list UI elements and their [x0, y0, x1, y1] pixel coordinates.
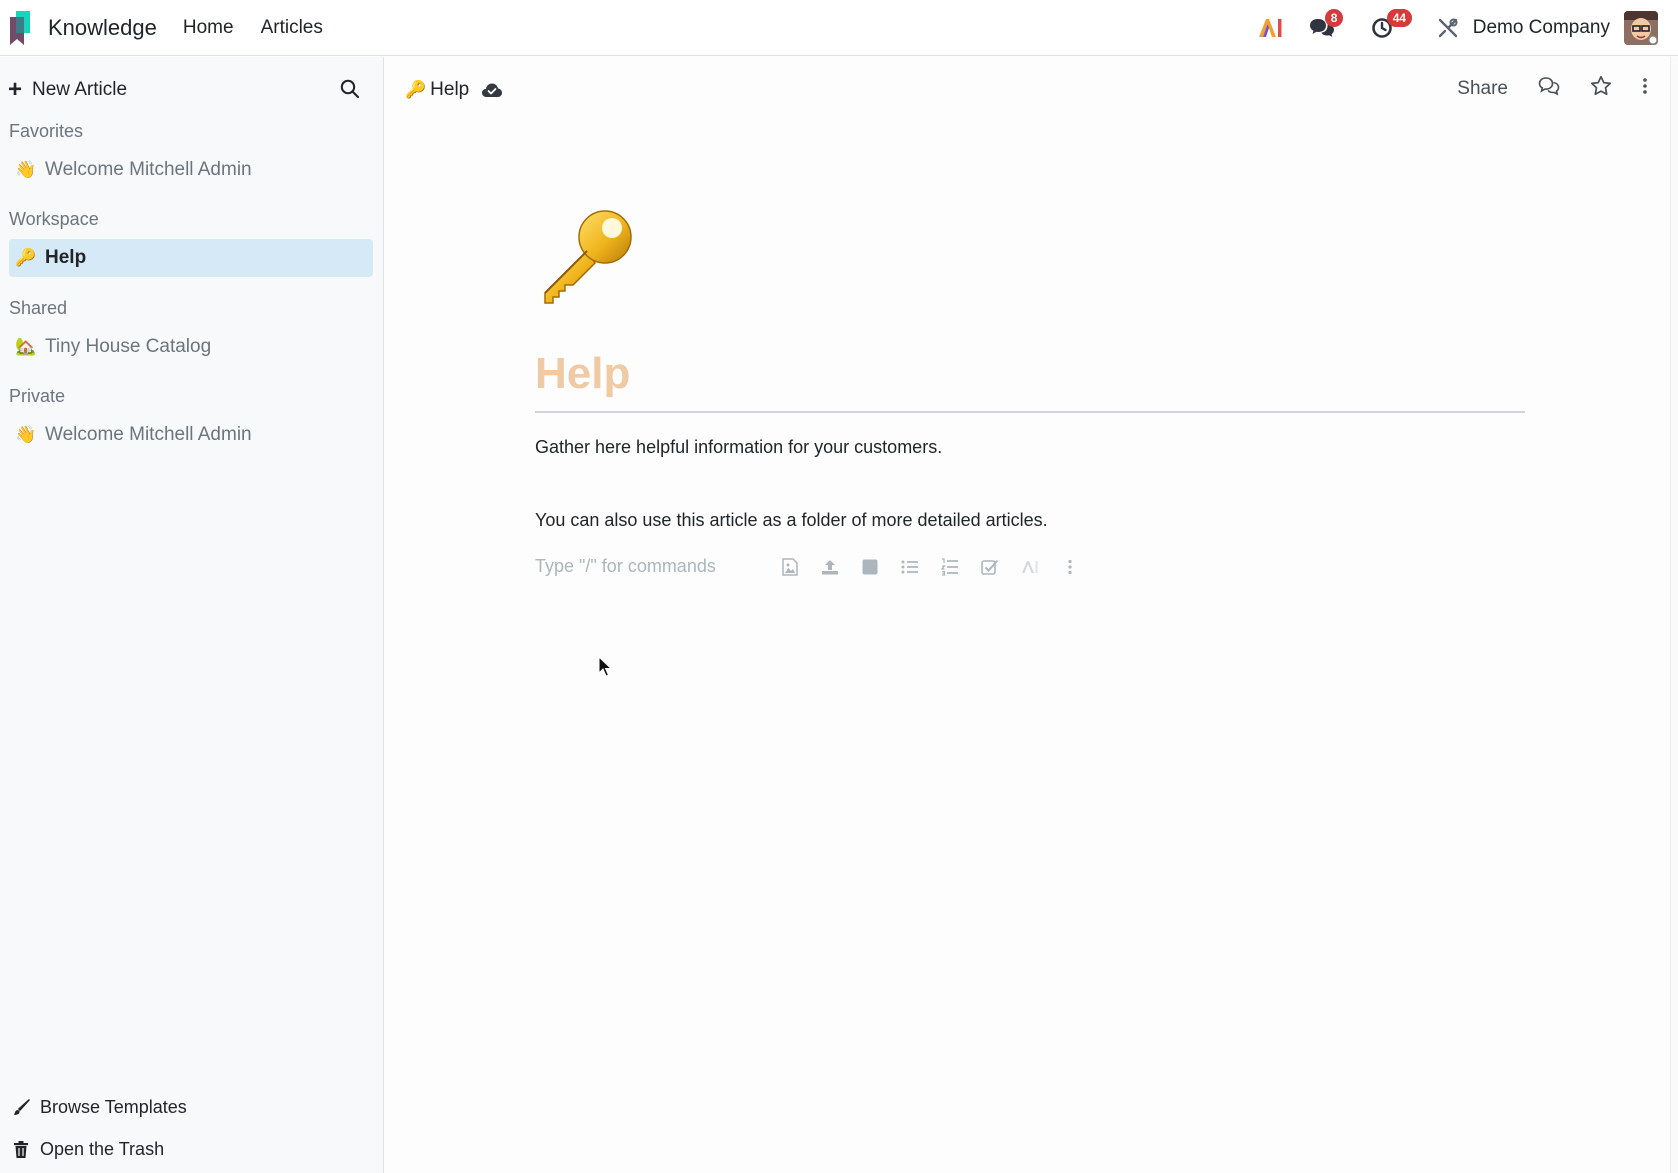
plus-icon: + — [8, 76, 23, 103]
menu-articles[interactable]: Articles — [261, 17, 323, 39]
share-button[interactable]: Share — [1457, 78, 1508, 100]
paint-brush-icon — [12, 1098, 30, 1117]
section-shared[interactable]: Shared — [9, 298, 67, 319]
waving-hand-icon: 👋 — [15, 160, 37, 179]
activity-clock-icon[interactable]: 44 — [1371, 8, 1413, 39]
ai-generate-icon[interactable] — [1021, 558, 1039, 576]
activities-count-badge: 44 — [1386, 8, 1413, 27]
key-icon: 🔑 — [405, 80, 427, 99]
article-content: Help Gather here helpful information for… — [535, 207, 1525, 577]
article-view: 🔑 Help Share Help Gather here helpful in… — [385, 57, 1678, 1173]
sidebar-item-label: Welcome Mitchell Admin — [45, 424, 252, 445]
article-title[interactable]: Help — [535, 349, 1525, 413]
sidebar-item-label: Tiny House Catalog — [45, 336, 212, 357]
open-trash-label: Open the Trash — [40, 1139, 165, 1159]
article-paragraph-2[interactable]: You can also use this article as a folde… — [535, 510, 1525, 531]
ai-icon[interactable] — [1257, 17, 1283, 39]
key-icon: 🔑 — [15, 248, 37, 267]
search-icon[interactable] — [340, 79, 360, 105]
sidebar-item-welcome-favorite[interactable]: 👋 Welcome Mitchell Admin — [9, 151, 373, 189]
new-article-label: New Article — [32, 79, 128, 100]
new-article-button[interactable]: + New Article — [8, 78, 127, 102]
breadcrumb-title[interactable]: Help — [430, 79, 469, 101]
upload-file-icon[interactable] — [821, 558, 839, 576]
brand[interactable]: Knowledge — [10, 10, 157, 45]
waving-hand-icon: 👋 — [15, 425, 37, 444]
messages-icon[interactable]: 8 — [1309, 8, 1344, 39]
house-garden-icon: 🏡 — [15, 337, 37, 356]
more-commands-icon[interactable] — [1061, 558, 1079, 576]
breadcrumb: 🔑 Help — [405, 79, 503, 101]
favorite-star-icon[interactable] — [1590, 75, 1612, 103]
checklist-icon[interactable] — [981, 558, 999, 576]
chatter-comments-icon[interactable] — [1538, 76, 1560, 102]
article-paragraph-1[interactable]: Gather here helpful information for your… — [535, 437, 1525, 458]
browse-templates-label: Browse Templates — [40, 1097, 187, 1117]
debug-tools-icon[interactable] — [1437, 17, 1459, 39]
company-switcher[interactable]: Demo Company — [1473, 17, 1610, 39]
messages-count-badge: 8 — [1324, 8, 1344, 27]
numbered-list-icon[interactable] — [941, 557, 959, 576]
section-workspace[interactable]: Workspace — [9, 209, 99, 230]
user-avatar[interactable] — [1624, 10, 1658, 45]
sidebar-item-label: Welcome Mitchell Admin — [45, 159, 252, 180]
command-line[interactable]: Type "/" for commands — [535, 556, 1525, 577]
sidebar-item-help[interactable]: 🔑 Help — [9, 239, 373, 277]
trash-icon — [12, 1141, 30, 1158]
menu-home[interactable]: Home — [183, 17, 234, 39]
section-favorites[interactable]: Favorites — [9, 121, 83, 142]
articles-sidebar: + New Article Favorites 👋 Welcome Mitche… — [0, 57, 384, 1173]
powerbox-toolbar — [781, 557, 1079, 576]
more-options-icon[interactable] — [1642, 77, 1648, 101]
command-placeholder[interactable]: Type "/" for commands — [535, 556, 781, 577]
article-key-emoji-icon[interactable] — [535, 207, 635, 307]
open-trash-button[interactable]: Open the Trash — [12, 1139, 164, 1160]
page-scrollbar[interactable] — [1670, 57, 1678, 1173]
sidebar-item-label: Help — [45, 247, 87, 268]
bulleted-list-icon[interactable] — [901, 558, 919, 576]
section-private[interactable]: Private — [9, 386, 65, 407]
browse-templates-button[interactable]: Browse Templates — [12, 1097, 187, 1118]
sidebar-item-tiny-house-catalog[interactable]: 🏡 Tiny House Catalog — [9, 328, 373, 366]
insert-block-icon[interactable] — [861, 558, 879, 576]
knowledge-logo-icon — [10, 10, 30, 45]
app-name: Knowledge — [48, 14, 157, 40]
sidebar-item-welcome-private[interactable]: 👋 Welcome Mitchell Admin — [9, 416, 373, 454]
insert-image-icon[interactable] — [781, 557, 799, 576]
cloud-saved-icon — [481, 82, 503, 98]
mouse-pointer-icon — [598, 656, 612, 677]
top-navbar: Knowledge Home Articles 8 44 Demo Compan… — [0, 0, 1678, 56]
